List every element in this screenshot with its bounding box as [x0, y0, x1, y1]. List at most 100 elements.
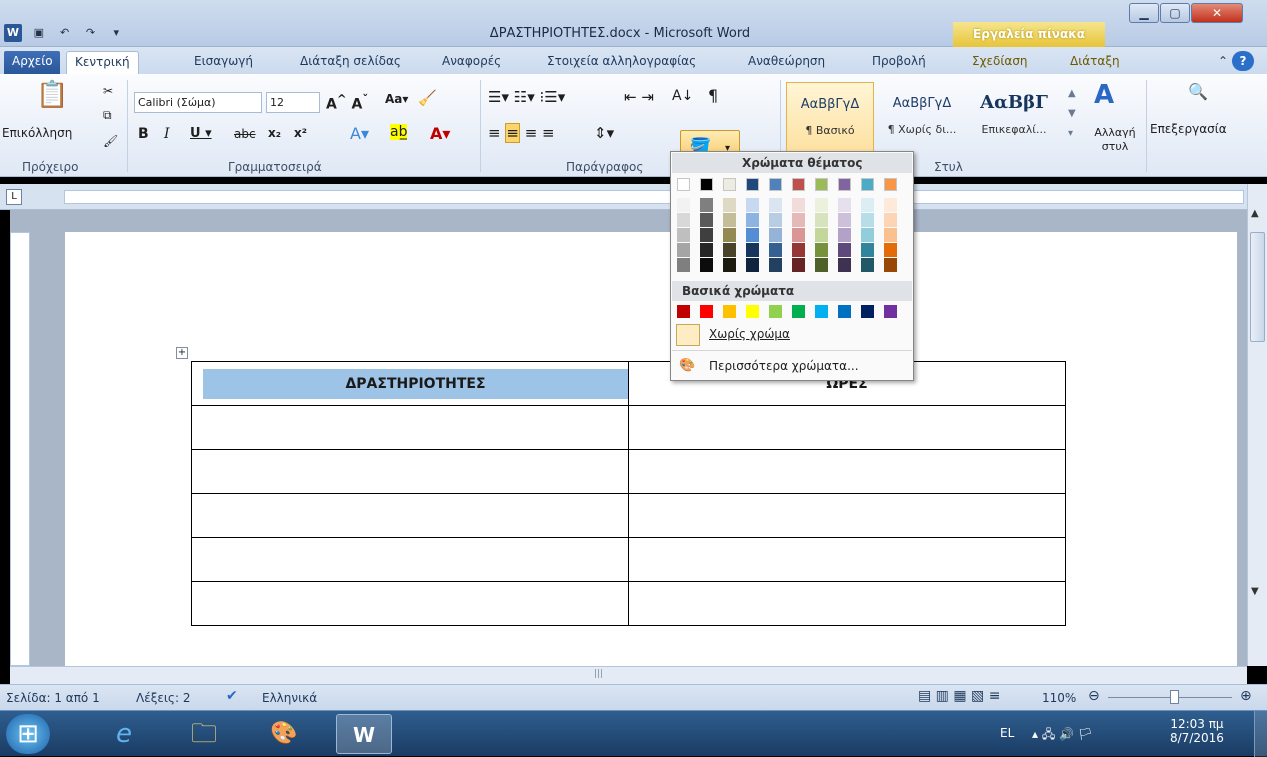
theme-shade-swatch[interactable]	[815, 258, 828, 272]
theme-shade-swatch[interactable]	[723, 258, 736, 272]
tab-layout[interactable]: Διάταξη	[1062, 51, 1128, 74]
show-desktop-button[interactable]	[1254, 711, 1267, 757]
table-cell[interactable]	[628, 449, 1066, 494]
alignment-icons[interactable]: ≡ ≡ ≡ ≡	[488, 123, 555, 143]
theme-shade-swatch[interactable]	[838, 243, 851, 257]
text-effects-icon[interactable]: A▾	[350, 124, 369, 143]
theme-shade-swatch[interactable]	[677, 258, 690, 272]
tab-review[interactable]: Αναθεώρηση	[740, 51, 833, 74]
table-cell[interactable]	[191, 493, 629, 538]
close-button[interactable]: ✕	[1191, 3, 1243, 23]
indent-icons[interactable]: ⇤ ⇥	[624, 88, 654, 106]
theme-shade-swatch[interactable]	[700, 213, 713, 227]
theme-shade-swatch[interactable]	[769, 198, 782, 212]
hscroll-grip[interactable]: |||	[594, 669, 603, 679]
theme-shade-swatch[interactable]	[838, 198, 851, 212]
vertical-scrollbar[interactable]: ▲ ▼	[1247, 184, 1267, 666]
word-app-icon[interactable]: W	[4, 24, 22, 42]
theme-shade-swatch[interactable]	[746, 228, 759, 242]
page-count[interactable]: Σελίδα: 1 από 1	[6, 691, 100, 705]
theme-shade-swatch[interactable]	[677, 243, 690, 257]
theme-shade-swatch[interactable]	[815, 213, 828, 227]
theme-shade-swatch[interactable]	[769, 213, 782, 227]
tab-view[interactable]: Προβολή	[864, 51, 934, 74]
theme-color-swatch[interactable]	[884, 178, 897, 191]
theme-shade-swatch[interactable]	[700, 228, 713, 242]
theme-shade-swatch[interactable]	[677, 213, 690, 227]
tab-selector-icon[interactable]: L	[6, 189, 22, 205]
italic-button[interactable]: I	[164, 126, 170, 142]
grow-font-icon[interactable]: A^ Aˇ	[326, 92, 368, 113]
theme-shade-swatch[interactable]	[792, 258, 805, 272]
theme-shade-swatch[interactable]	[769, 228, 782, 242]
find-icon[interactable]: 🔍	[1188, 82, 1208, 101]
paste-button[interactable]: Επικόλληση	[2, 126, 72, 140]
line-spacing-icon[interactable]: ⇕▾	[594, 124, 614, 142]
theme-shade-swatch[interactable]	[723, 198, 736, 212]
standard-color-swatch[interactable]	[792, 305, 805, 318]
theme-shade-swatch[interactable]	[861, 243, 874, 257]
scroll-thumb[interactable]	[1250, 232, 1265, 342]
theme-shade-swatch[interactable]	[861, 213, 874, 227]
theme-color-swatch[interactable]	[769, 178, 782, 191]
file-explorer-icon[interactable]: 🗀	[176, 714, 232, 754]
style-heading1[interactable]: ΑαΒβΓ Επικεφαλί...	[970, 82, 1058, 152]
theme-color-swatch[interactable]	[861, 178, 874, 191]
underline-button[interactable]: U ▾	[190, 126, 212, 141]
word-count[interactable]: Λέξεις: 2	[136, 691, 190, 705]
standard-color-swatch[interactable]	[838, 305, 851, 318]
tab-mailings[interactable]: Στοιχεία αλληλογραφίας	[539, 51, 704, 74]
standard-color-swatch[interactable]	[769, 305, 782, 318]
language-indicator[interactable]: Ελληνικά	[262, 691, 317, 705]
standard-color-swatch[interactable]	[723, 305, 736, 318]
theme-shade-swatch[interactable]	[884, 213, 897, 227]
subscript-button[interactable]: x₂	[268, 126, 281, 140]
theme-shade-swatch[interactable]	[769, 258, 782, 272]
theme-shade-swatch[interactable]	[838, 258, 851, 272]
show-marks-icon[interactable]: ¶	[708, 86, 718, 105]
tab-insert[interactable]: Εισαγωγή	[186, 51, 261, 74]
save-icon[interactable]: ▣	[30, 24, 48, 42]
theme-shade-swatch[interactable]	[723, 213, 736, 227]
theme-shade-swatch[interactable]	[746, 243, 759, 257]
bold-button[interactable]: B	[138, 126, 149, 142]
zoom-level[interactable]: 110%	[1042, 691, 1076, 705]
standard-color-swatch[interactable]	[746, 305, 759, 318]
table-cell[interactable]	[628, 537, 1066, 582]
styles-scroll-icon[interactable]: ▲ ▼ ▾	[1068, 84, 1076, 144]
theme-shade-swatch[interactable]	[861, 198, 874, 212]
tab-references[interactable]: Αναφορές	[434, 51, 509, 74]
theme-shade-swatch[interactable]	[861, 228, 874, 242]
theme-shade-swatch[interactable]	[769, 243, 782, 257]
standard-color-swatch[interactable]	[677, 305, 690, 318]
header-cell-activities[interactable]: ΔΡΑΣΤΗΡΙΟΤΗΤΕΣ	[191, 361, 629, 406]
theme-color-swatch[interactable]	[723, 178, 736, 191]
tab-home[interactable]: Κεντρική	[66, 51, 139, 74]
superscript-button[interactable]: x²	[294, 126, 307, 140]
theme-shade-swatch[interactable]	[884, 243, 897, 257]
language-bar[interactable]: EL	[1000, 726, 1014, 740]
theme-shade-swatch[interactable]	[677, 228, 690, 242]
tab-page-layout[interactable]: Διάταξη σελίδας	[292, 51, 409, 74]
theme-color-swatch[interactable]	[815, 178, 828, 191]
clock[interactable]: 12:03 πμ 8/7/2016	[1170, 717, 1224, 745]
zoom-slider-thumb[interactable]	[1170, 690, 1179, 704]
strikethrough-button[interactable]: abc	[234, 127, 256, 141]
standard-color-swatch[interactable]	[861, 305, 874, 318]
theme-color-swatch[interactable]	[677, 178, 690, 191]
editing-button[interactable]: Επεξεργασία	[1150, 122, 1227, 136]
bullets-icon[interactable]: ☰▾ ☷▾ ⁝☰▾	[488, 88, 565, 106]
theme-shade-swatch[interactable]	[792, 228, 805, 242]
horizontal-scrollbar[interactable]: |||	[10, 666, 1247, 684]
change-styles-button[interactable]: Αλλαγή στυλ	[1092, 126, 1138, 154]
word-taskbar-icon[interactable]: W	[336, 714, 392, 754]
internet-explorer-icon[interactable]: e	[96, 714, 152, 754]
theme-shade-swatch[interactable]	[815, 228, 828, 242]
theme-shade-swatch[interactable]	[723, 243, 736, 257]
theme-color-swatch[interactable]	[838, 178, 851, 191]
theme-shade-swatch[interactable]	[838, 228, 851, 242]
standard-color-swatch[interactable]	[884, 305, 897, 318]
theme-shade-swatch[interactable]	[700, 258, 713, 272]
paint-icon[interactable]: 🎨	[256, 714, 312, 754]
theme-shade-swatch[interactable]	[746, 258, 759, 272]
